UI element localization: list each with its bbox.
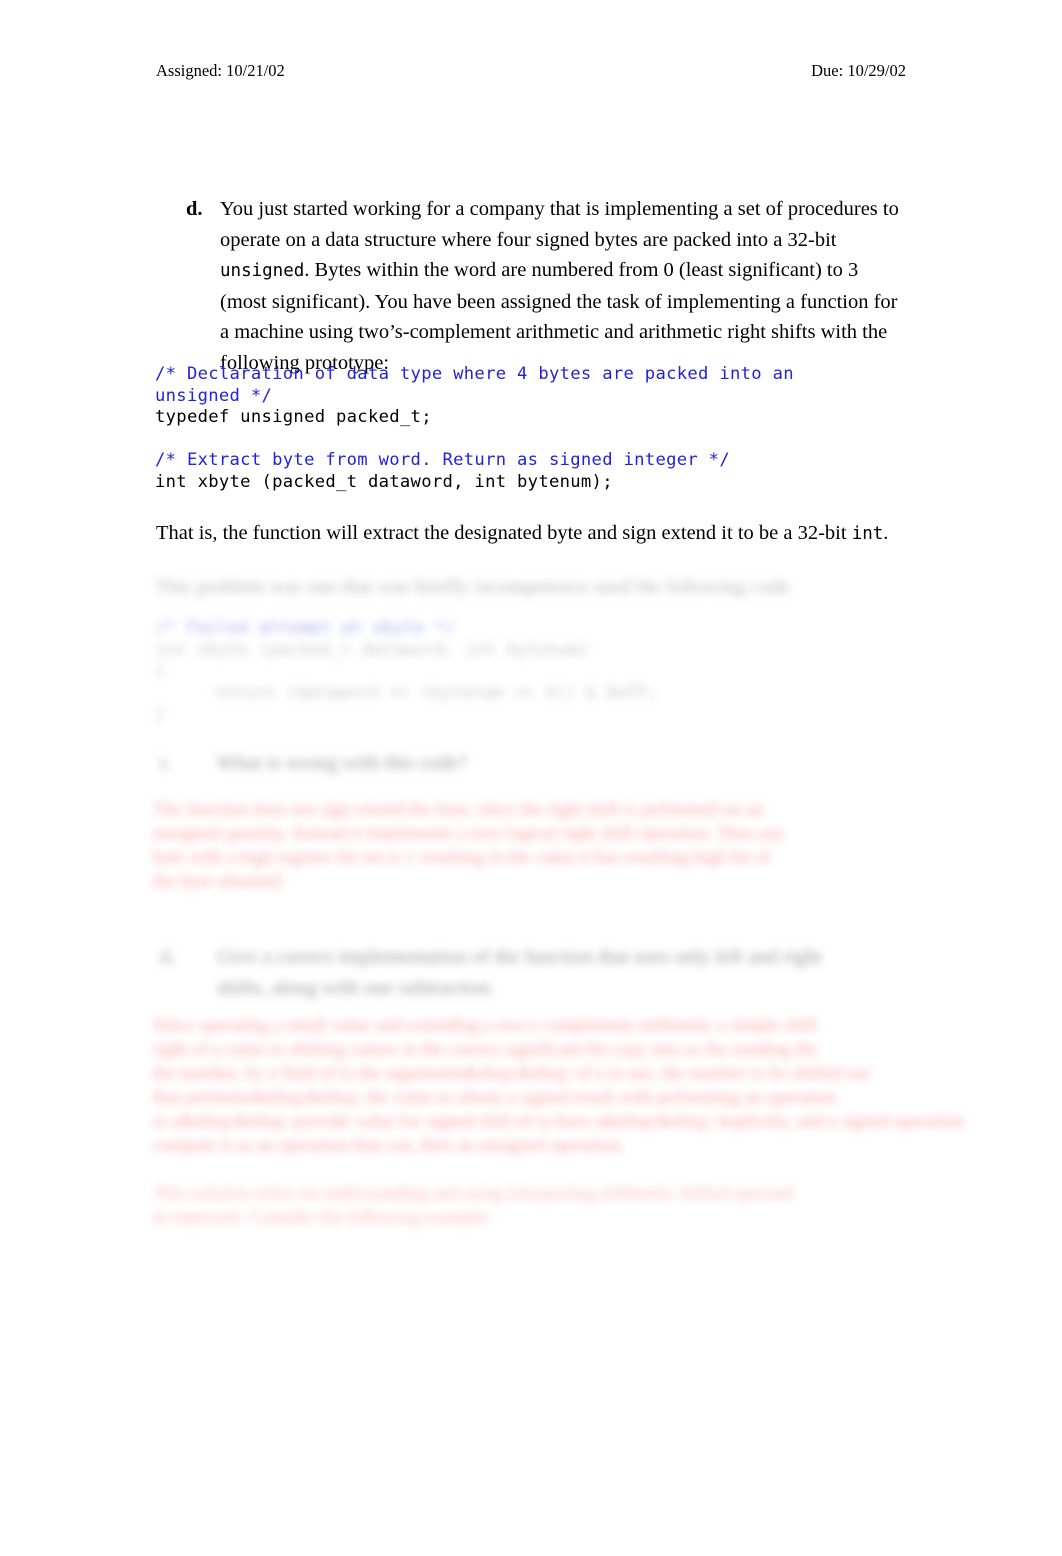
question-text: You just started working for a company t… bbox=[220, 194, 908, 378]
answer-ii-line-5: to a&nbsp;&nbsp; provide value for signe… bbox=[153, 1112, 964, 1132]
redacted-code-comment: /* Failed attempt at xbyte */ bbox=[155, 618, 456, 638]
code-comment-line1: /* Declaration of data type where 4 byte… bbox=[155, 364, 794, 384]
answer-i-line-3: byte with a high register bit set to 1 r… bbox=[153, 848, 771, 868]
after-code-paragraph: That is, the function will extract the d… bbox=[156, 518, 911, 550]
answer-i-line-2: unsigned quantity. Instead it implements… bbox=[153, 824, 786, 844]
redacted-answer-ii: Since operating a small value and extend… bbox=[153, 1014, 964, 1158]
assigned-date: Assigned: 10/21/02 bbox=[156, 61, 285, 80]
sub-question-ii-marker: ii. bbox=[160, 946, 177, 968]
code-typedef-line: typedef unsigned packed_t; bbox=[155, 407, 432, 428]
after-code-mono-int: int bbox=[851, 524, 884, 544]
answer-ii-line-1: Since operating a small value and extend… bbox=[153, 1016, 818, 1036]
answer-iii-line-2: to represent. Consider the following exa… bbox=[153, 1208, 493, 1228]
code-comment-line2: unsigned */ bbox=[155, 385, 273, 406]
document-page: Assigned: 10/21/02 Due: 10/29/02 d. You … bbox=[0, 0, 1062, 1556]
after-code-part1: That is, the function will extract the d… bbox=[156, 522, 852, 544]
redacted-answer-iii: This solution relies on understanding an… bbox=[153, 1182, 915, 1230]
answer-i-line-4: the byte obtained. bbox=[153, 872, 286, 892]
question-text-part1: You just started working for a company t… bbox=[220, 198, 899, 251]
answer-ii-line-6: compute it as an operation that can, the… bbox=[153, 1136, 625, 1156]
due-date: Due: 10/29/02 bbox=[811, 61, 906, 80]
redacted-code-block: /* Failed attempt at xbyte */ int xbyte … bbox=[155, 618, 915, 726]
answer-ii-line-4: that performs&nbsp;&nbsp; the value to o… bbox=[153, 1088, 837, 1108]
question-marker: d. bbox=[186, 198, 203, 220]
code-comment-extract: /* Extract byte from word. Return as sig… bbox=[155, 450, 730, 471]
answer-iii-line-1: This solution relies on understanding an… bbox=[153, 1184, 794, 1204]
redacted-code-body: return (dataword >> (bytenum << 3)) & 0x… bbox=[213, 682, 658, 703]
answer-i-line-1: The function does not sign extend the by… bbox=[153, 800, 764, 820]
sub-question-i-text: What is wrong with this code? bbox=[217, 752, 467, 774]
question-mono-unsigned: unsigned bbox=[220, 261, 305, 281]
sub-question-ii-text: Give a correct implementation of the fun… bbox=[217, 942, 915, 1003]
redacted-sub-question-ii: ii. Give a correct implementation of the… bbox=[155, 942, 915, 1003]
answer-ii-line-3: the number, by a field of to the argumen… bbox=[153, 1064, 871, 1084]
redacted-code-open-brace: { bbox=[155, 661, 166, 682]
question-text-part2: . Bytes within the word are numbered fro… bbox=[220, 259, 898, 374]
page-header: Assigned: 10/21/02 Due: 10/29/02 bbox=[156, 60, 906, 82]
sub-question-ii-line-2: shifts, along with one subtraction. bbox=[217, 976, 495, 999]
sub-question-i-marker: i. bbox=[160, 752, 171, 774]
redacted-sub-question-i: i. What is wrong with this code? bbox=[155, 748, 915, 779]
sub-question-ii-line-1: Give a correct implementation of the fun… bbox=[217, 946, 822, 968]
answer-ii-line-2: right of a value to shifting values in t… bbox=[153, 1040, 818, 1060]
after-code-part2: . bbox=[883, 522, 889, 544]
code-block-declaration: /* Declaration of data type where 4 byte… bbox=[155, 364, 794, 494]
code-xbyte-prototype: int xbyte (packed_t dataword, int bytenu… bbox=[155, 471, 613, 492]
redacted-code-signature: int xbyte (packed_t dataword, int bytenu… bbox=[155, 639, 590, 660]
redacted-code-close-brace: } bbox=[155, 704, 166, 725]
redacted-intro-line: This problem was one that was briefly in… bbox=[155, 576, 790, 598]
question-d: d. You just started working for a compan… bbox=[156, 194, 908, 378]
redacted-answer-i: The function does not sign extend the by… bbox=[153, 798, 915, 894]
